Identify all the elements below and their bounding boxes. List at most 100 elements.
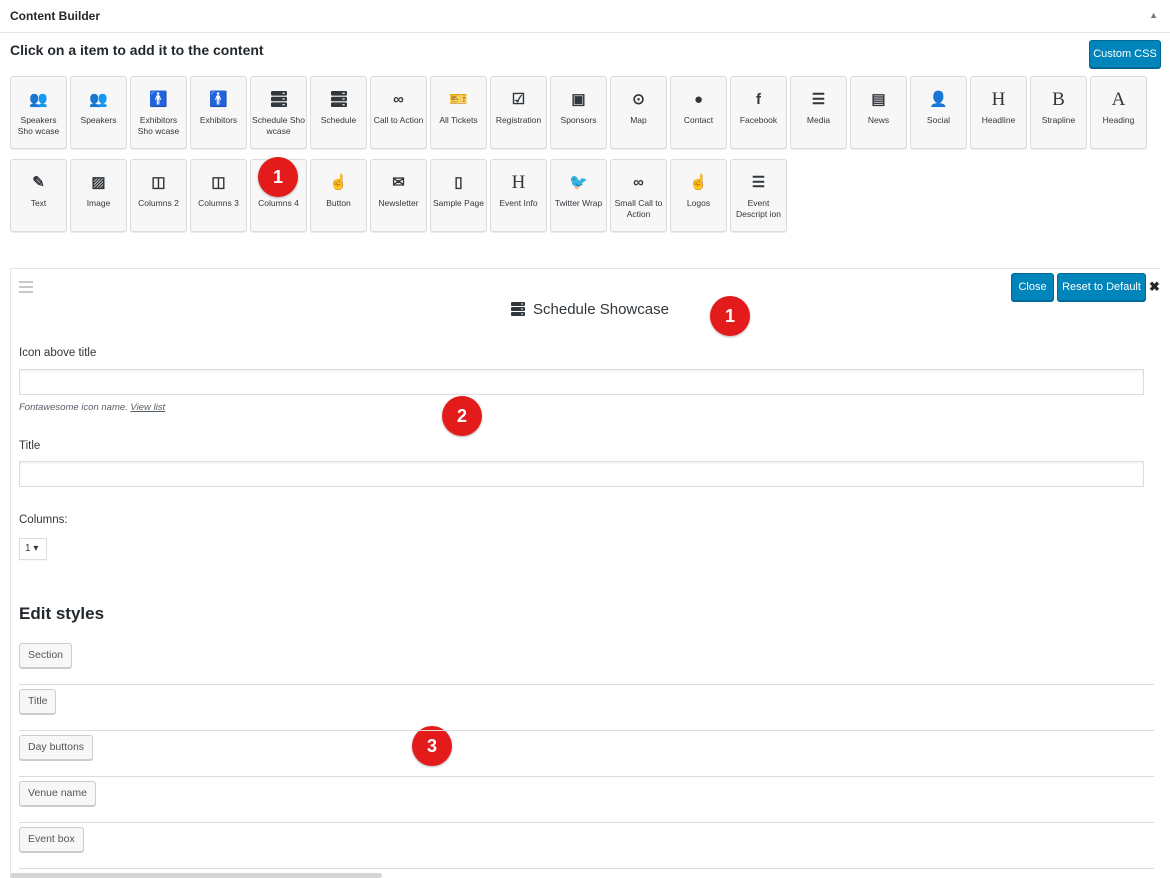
letter-A-icon: A [1111, 89, 1126, 110]
letter-B-icon: B [1052, 89, 1065, 110]
tile-label: Sample Page [432, 198, 485, 208]
tile-label: Image [86, 198, 111, 208]
tile-sample-page[interactable]: ▯ Sample Page [430, 159, 487, 232]
tile-label: Social [926, 115, 951, 125]
tile-label: Headline [981, 115, 1016, 125]
icon-above-title-input[interactable] [19, 369, 1144, 395]
tile-exhibitors-sho-wcase[interactable]: 🚹 Exhibitors Sho wcase [130, 76, 187, 149]
tile-news[interactable]: ▤ News [850, 76, 907, 149]
tile-label: All Tickets [439, 115, 478, 125]
tile-label: Map [630, 115, 647, 125]
tile-strapline[interactable]: B Strapline [1030, 76, 1087, 149]
gamepad-icon: ∞ [393, 91, 404, 108]
panel-title-text: Schedule Showcase [533, 301, 669, 318]
tile-sponsors[interactable]: ▣ Sponsors [550, 76, 607, 149]
twitter-icon: 🐦 [569, 174, 588, 191]
custom-css-button[interactable]: Custom CSS [1089, 40, 1161, 68]
tile-schedule[interactable]: Schedule [310, 76, 367, 149]
image-icon: ▨ [91, 174, 106, 191]
check-icon: ☑ [511, 91, 526, 108]
close-button[interactable]: Close [1011, 273, 1054, 301]
tile-label: Schedule Sho wcase [252, 115, 305, 136]
columns-label: Columns: [19, 514, 68, 526]
users-icon: 👥 [29, 91, 48, 108]
style-row: Title [19, 685, 1154, 731]
tile-speakers-sho-wcase[interactable]: 👥 Speakers Sho wcase [10, 76, 67, 149]
tile-facebook[interactable]: f Facebook [730, 76, 787, 149]
style-row: Section [19, 639, 1154, 685]
tile-all-tickets[interactable]: 🎫 All Tickets [430, 76, 487, 149]
panel-title: Schedule Showcase [511, 301, 669, 320]
server-icon [329, 91, 349, 109]
tile-media[interactable]: ☰ Media [790, 76, 847, 149]
close-icon[interactable]: ✖ [1149, 279, 1160, 295]
reset-to-default-button[interactable]: Reset to Default [1057, 273, 1146, 301]
ticket-icon: 🎫 [449, 91, 468, 108]
content-builder-header: Content Builder ▲ [0, 0, 1170, 33]
tile-label: Media [806, 115, 831, 125]
day-buttons-style-button[interactable]: Day buttons [19, 735, 94, 760]
columns-select[interactable]: 1 ▾ [19, 538, 47, 560]
male-icon: 🚹 [149, 91, 168, 108]
tile-twitter-wrap[interactable]: 🐦 Twitter Wrap [550, 159, 607, 232]
tile-label: Sponsors [560, 115, 597, 125]
target-icon: ⊙ [632, 91, 645, 108]
tile-label: Columns 4 [258, 198, 299, 208]
tile-label: Exhibitors [199, 115, 238, 125]
columns-icon: ◫ [211, 174, 226, 191]
tile-small-call-to-action[interactable]: ∞ Small Call to Action [610, 159, 667, 232]
tile-event-descript-ion[interactable]: ☰ Event Descript ion [730, 159, 787, 232]
tile-schedule-sho-wcase[interactable]: Schedule Sho wcase [250, 76, 307, 149]
drag-handle-icon[interactable] [19, 281, 33, 296]
tile-label: Newsletter [378, 198, 419, 208]
triangle-up-icon[interactable]: ▲ [1149, 10, 1158, 20]
list-icon: ☰ [811, 91, 826, 108]
tile-label: Small Call to Action [614, 198, 663, 219]
pencil-icon: ✎ [32, 174, 45, 191]
tile-label: Twitter Wrap [554, 198, 603, 208]
tile-button[interactable]: ☝ Button [310, 159, 367, 232]
tile-map[interactable]: ⊙ Map [610, 76, 667, 149]
tile-label: Schedule [320, 115, 357, 125]
list-icon: ☰ [751, 174, 766, 191]
tile-registration[interactable]: ☑ Registration [490, 76, 547, 149]
icon-above-title-label: Icon above title [19, 347, 97, 359]
section-style-button[interactable]: Section [19, 643, 73, 668]
horizontal-scrollbar[interactable] [10, 873, 382, 878]
tile-call-to-action[interactable]: ∞ Call to Action [370, 76, 427, 149]
venue-name-style-button[interactable]: Venue name [19, 781, 96, 806]
tile-label: Speakers Sho wcase [17, 115, 60, 136]
title-style-button[interactable]: Title [19, 689, 57, 714]
tile-label: Event Descript ion [736, 198, 781, 219]
facebook-icon: f [756, 91, 761, 108]
annotation-badge: 1 [258, 157, 298, 197]
tile-label: Event Info [499, 198, 538, 208]
tile-columns-2[interactable]: ◫ Columns 2 [130, 159, 187, 232]
title-input[interactable] [19, 461, 1144, 487]
tile-label: Facebook [739, 115, 778, 125]
user-plus-icon: 👤 [929, 91, 948, 108]
tile-speakers[interactable]: 👥 Speakers [70, 76, 127, 149]
tile-contact[interactable]: ● Contact [670, 76, 727, 149]
view-list-link[interactable]: View list [130, 402, 165, 413]
tile-logos[interactable]: ☝ Logos [670, 159, 727, 232]
tile-image[interactable]: ▨ Image [70, 159, 127, 232]
tile-columns-3[interactable]: ◫ Columns 3 [190, 159, 247, 232]
tile-headline[interactable]: H Headline [970, 76, 1027, 149]
tile-newsletter[interactable]: ✉ Newsletter [370, 159, 427, 232]
comment-icon: ● [693, 91, 704, 108]
tile-label: Speakers [80, 115, 117, 125]
tile-text[interactable]: ✎ Text [10, 159, 67, 232]
tile-event-info[interactable]: H Event Info [490, 159, 547, 232]
tile-label: Columns 3 [198, 198, 239, 208]
columns-icon: ◫ [151, 174, 166, 191]
tile-exhibitors[interactable]: 🚹 Exhibitors [190, 76, 247, 149]
tile-social[interactable]: 👤 Social [910, 76, 967, 149]
icon-hint: Fontawesome icon name. View list [19, 402, 165, 413]
tile-label: Contact [683, 115, 714, 125]
title-label: Title [19, 440, 41, 452]
letter-H-icon: H [511, 172, 526, 193]
event-box-style-button[interactable]: Event box [19, 827, 84, 852]
tile-label: Registration [495, 115, 542, 125]
tile-heading[interactable]: A Heading [1090, 76, 1147, 149]
